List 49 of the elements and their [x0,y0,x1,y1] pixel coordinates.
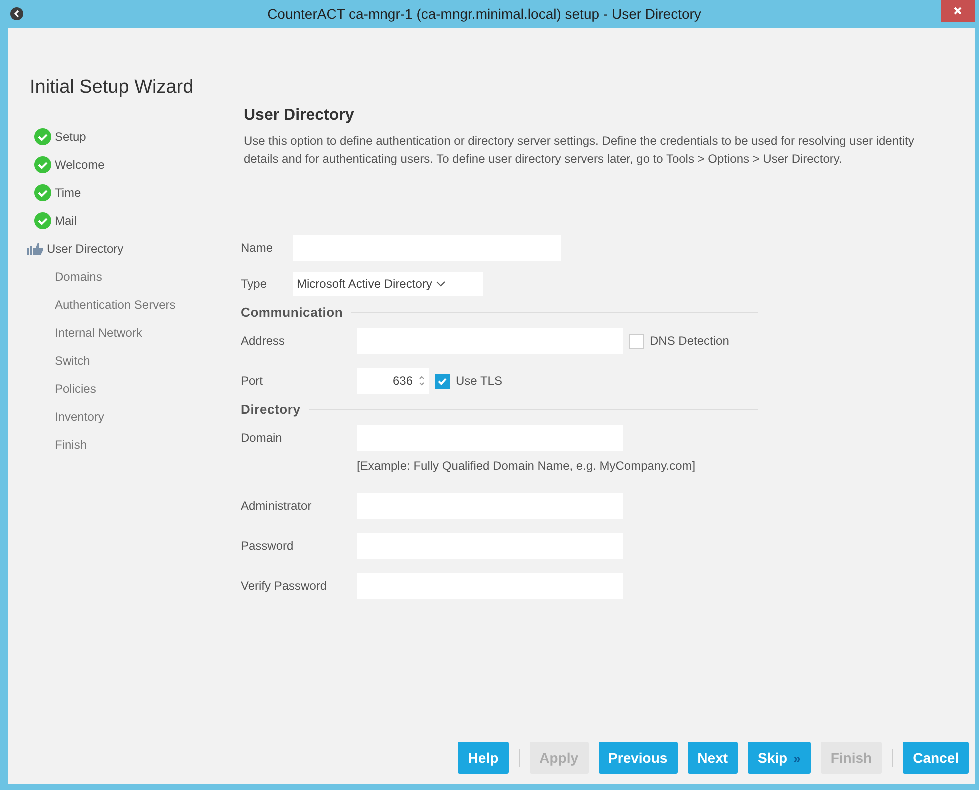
wizard-button[interactable]: Skip » [748,742,811,774]
page-title: User Directory [244,107,356,125]
field-label: Administrator [241,499,313,513]
checkbox[interactable] [629,334,644,348]
section-heading: Communication [241,305,344,320]
wizard-step: Policies [55,382,96,396]
wizard-step: Inventory [55,410,104,424]
example-hint: [Example: Fully Qualified Domain Name, e.g. MyCompany.com] [357,459,697,473]
type-dropdown[interactable]: Microsoft Active Directory [293,272,483,296]
field-label: Address [241,334,286,348]
field-label: Port [241,374,264,388]
checkbox[interactable] [435,374,450,388]
port-spinner[interactable]: 636 [357,368,429,394]
wizard-button[interactable]: Previous [598,742,678,774]
wizard-step: Internal Network [55,326,142,340]
wizard-button[interactable]: Next [688,742,738,774]
window-title: CounterACT ca-mngr-1 (ca-mngr.minimal.local) setup - User Directory [266,6,702,22]
page-description: Use this option to define authentication or directory server settings. Define the credentials to be used for resolving user identity details and for authenticating users. To define user directory servers later, go to Tools > Options > User Directory. [244,133,916,168]
wizard-step: Time [55,186,82,200]
wizard-title: Initial Setup Wizard [29,76,195,100]
check-circle-icon [34,156,52,174]
checkbox-label: Use TLS [456,374,502,388]
field-label: Verify Password [241,579,328,593]
wizard-button[interactable]: Help [458,742,509,774]
wizard-step: Authentication Servers [55,298,176,312]
wizard-step: Switch [55,354,90,368]
close-icon [953,6,963,16]
checkmark-icon [437,376,448,386]
section-heading: Directory [241,402,301,417]
chevron-down-icon [436,281,446,287]
wizard-step: Setup [55,130,86,144]
field-label: Domain [241,431,284,445]
check-circle-icon [34,212,52,230]
check-circle-icon [34,128,52,146]
check-circle-icon [34,184,52,202]
checkbox-label: DNS Detection [650,334,730,348]
wizard-button[interactable]: Cancel [903,742,969,774]
wizard-step: Mail [55,214,78,228]
wizard-step: User Directory [47,242,124,256]
wizard-step: Domains [55,270,102,284]
wizard-step: Finish [55,438,88,452]
field-label: Type [241,277,268,291]
close-button[interactable] [941,0,975,22]
spinner-arrows-icon [419,375,425,387]
field-label: Name [241,241,274,255]
wizard-step: Welcome [55,158,105,172]
app-icon [10,7,24,21]
field-label: Password [241,539,295,553]
thumbs-up-icon [26,240,44,258]
